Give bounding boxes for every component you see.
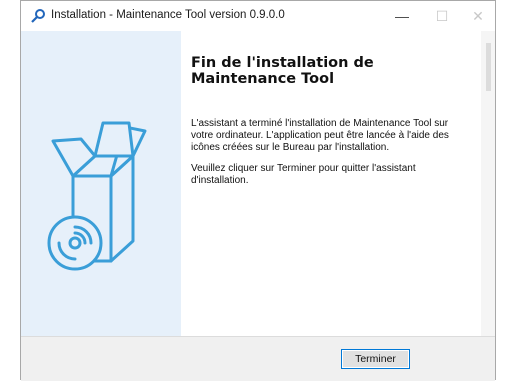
side-panel (21, 31, 181, 336)
maximize-button[interactable]: ☐ (425, 4, 459, 28)
window-title: Installation - Maintenance Tool version … (51, 9, 285, 21)
app-icon (31, 9, 45, 23)
page-title: Fin de l'installation de Maintenance Too… (191, 55, 374, 87)
title-bar[interactable]: Installation - Maintenance Tool version … (21, 1, 495, 31)
finish-instruction: Veuillez cliquer sur Terminer pour quitt… (191, 163, 416, 186)
button-bar: Terminer (21, 336, 495, 381)
installer-window: Installation - Maintenance Tool version … (20, 0, 496, 381)
completion-message: L'assistant a terminé l'installation de … (191, 118, 449, 153)
finish-button[interactable]: Terminer (341, 349, 410, 369)
content-area: Fin de l'installation de Maintenance Too… (181, 31, 481, 336)
close-button[interactable]: ✕ (461, 4, 495, 28)
package-disc-icon (47, 121, 147, 271)
scrollbar-thumb[interactable] (486, 43, 491, 91)
minimize-button[interactable]: — (385, 4, 419, 28)
